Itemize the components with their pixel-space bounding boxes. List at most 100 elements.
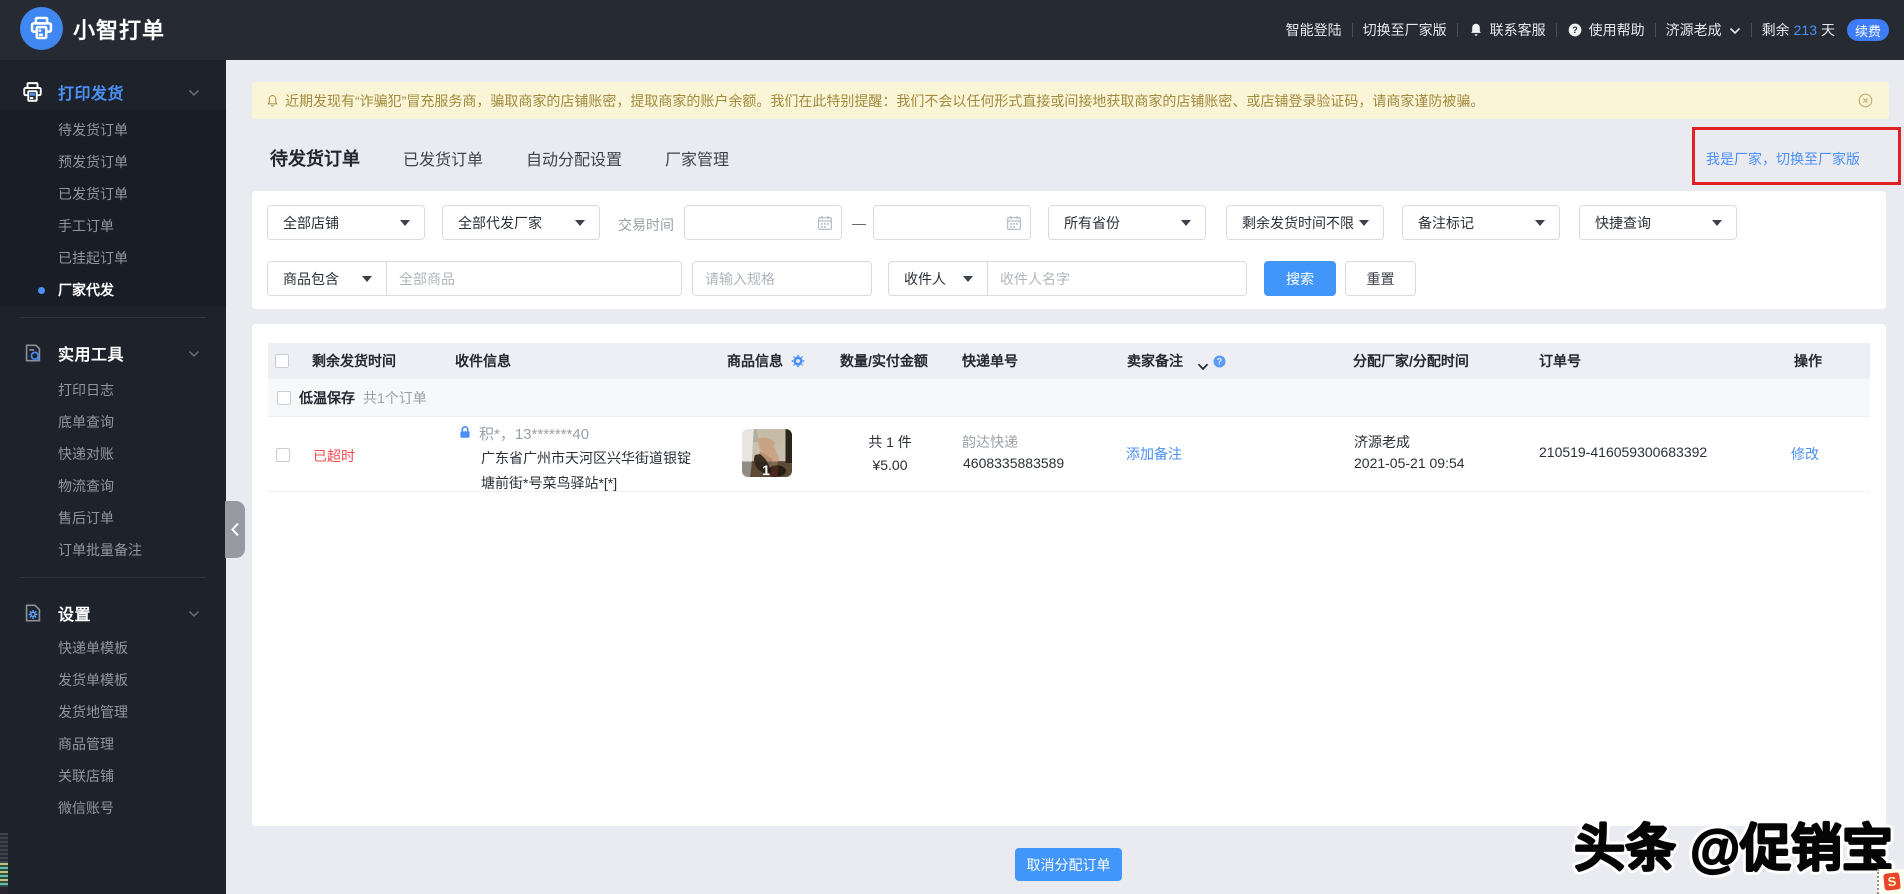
add-note-link[interactable]: 添加备注	[1126, 444, 1182, 464]
note-mark-select-value: 备注标记	[1418, 214, 1474, 231]
sidebar-collapse-handle[interactable]	[225, 501, 245, 558]
sidebar-item-aftersale-orders[interactable]: 售后订单	[0, 502, 226, 534]
sidebar-item-preship-orders[interactable]: 预发货订单	[0, 146, 226, 178]
note-mark-select[interactable]: 备注标记	[1402, 205, 1560, 240]
sidebar-item-manual-orders[interactable]: 手工订单	[0, 210, 226, 242]
table-header: 剩余发货时间 收件信息 商品信息 数量/实付金额 快递单号 卖家备注 ? 分配厂…	[268, 343, 1870, 379]
sidebar-item-linked-shops[interactable]: 关联店铺	[0, 760, 226, 792]
product-input[interactable]	[387, 261, 682, 296]
sidebar-item-print-log[interactable]: 打印日志	[0, 374, 226, 406]
spec-field[interactable]	[693, 270, 871, 287]
receiver-name-input[interactable]	[988, 261, 1247, 296]
sidebar-group-print-ship[interactable]: 打印发货	[0, 74, 226, 110]
nav-contact-service-label: 联系客服	[1489, 22, 1546, 38]
assign-time: 2021-05-21 09:54	[1354, 455, 1465, 471]
trade-time-end-input[interactable]	[873, 205, 1031, 240]
sidebar-group-label: 实用工具	[58, 347, 125, 364]
caret-down-icon	[400, 219, 410, 226]
sidebar-item-shipped-orders[interactable]: 已发货订单	[0, 178, 226, 210]
receiver-name-field[interactable]	[988, 270, 1246, 287]
sidebar-group-settings[interactable]: 设置	[0, 595, 226, 631]
sidebar-item-ship-address[interactable]: 发货地管理	[0, 696, 226, 728]
group-tag: 低温保存	[299, 390, 355, 406]
brand: 小智打单	[20, 7, 165, 50]
sidebar-item-receipt-query[interactable]: 底单查询	[0, 406, 226, 438]
sidebar-item-batch-note[interactable]: 订单批量备注	[0, 534, 226, 566]
nav-smart-login[interactable]: 智能登陆	[1286, 20, 1342, 40]
search-button[interactable]: 搜索	[1264, 261, 1336, 296]
sidebar-item-wechat-account[interactable]: 微信账号	[0, 792, 226, 824]
sidebar-item-ship-template[interactable]: 发货单模板	[0, 664, 226, 696]
tab-auto-assign-settings[interactable]: 自动分配设置	[526, 146, 622, 170]
product-field[interactable]	[387, 270, 681, 287]
column-settings-gear-icon[interactable]	[790, 353, 806, 372]
sidebar-submenu-settings: 快递单模板 发货单模板 发货地管理 商品管理 关联店铺 微信账号	[0, 632, 226, 824]
topnav: 智能登陆 切换至厂家版 联系客服 ? 使用帮助 济源老成 剩余 213 天 续费	[1286, 0, 1889, 60]
row-checkbox[interactable]	[276, 448, 290, 462]
tab-pending-orders[interactable]: 待发货订单	[270, 145, 360, 171]
svg-text:?: ?	[1217, 356, 1222, 366]
product-image[interactable]: 1	[742, 429, 792, 477]
nav-separator	[1555, 23, 1557, 37]
cancel-assign-button[interactable]: 取消分配订单	[1015, 848, 1122, 881]
receiver-select-value: 收件人	[904, 270, 946, 287]
tab-shipped-orders[interactable]: 已发货订单	[403, 146, 483, 170]
seller-note-help-icon[interactable]: ?	[1213, 355, 1226, 371]
help-icon: ?	[1567, 22, 1583, 38]
bell-icon	[1468, 22, 1484, 38]
courier-name: 韵达快递	[962, 434, 1018, 450]
sidebar-item-label: 厂家代发	[58, 282, 114, 298]
sidebar-item-pending-orders[interactable]: 待发货订单	[0, 114, 226, 146]
sidebar-item-express-template[interactable]: 快递单模板	[0, 632, 226, 664]
sidebar-divider	[20, 577, 206, 578]
user-name: 济源老成	[1665, 22, 1722, 38]
product-count-badge: 1	[762, 462, 770, 477]
user-menu[interactable]: 济源老成	[1666, 20, 1741, 40]
nav-contact-service[interactable]: 联系客服	[1468, 20, 1546, 40]
sidebar-group-tools[interactable]: 实用工具	[0, 335, 226, 371]
date-range-dash: —	[852, 215, 866, 231]
remain-status: 已超时	[313, 448, 355, 464]
watermark: 头条 @促销宝 头条 @促销宝	[1570, 816, 1897, 881]
modify-link[interactable]: 修改	[1791, 444, 1819, 464]
spec-input[interactable]	[692, 261, 872, 296]
sidebar-item-product-manage[interactable]: 商品管理	[0, 728, 226, 760]
calendar-icon	[817, 215, 833, 234]
chevron-down-icon	[188, 345, 200, 361]
nav-switch-vendor[interactable]: 切换至厂家版	[1363, 20, 1447, 40]
vendor-select[interactable]: 全部代发厂家	[442, 205, 600, 240]
group-checkbox[interactable]	[277, 391, 291, 405]
nav-help[interactable]: ? 使用帮助	[1567, 20, 1645, 40]
tab-vendor-manage[interactable]: 厂家管理	[665, 146, 729, 170]
chevron-left-icon	[231, 522, 239, 537]
shop-select[interactable]: 全部店铺	[267, 205, 425, 240]
sidebar-item-logistics-query[interactable]: 物流查询	[0, 470, 226, 502]
shop-select-value: 全部店铺	[283, 214, 339, 231]
renew-button[interactable]: 续费	[1846, 19, 1889, 41]
caret-down-icon	[362, 275, 372, 282]
filter-panel: 全部店铺 全部代发厂家 交易时间 — 所有省份 剩余发货时间不限 备注标记 快捷…	[252, 191, 1886, 309]
sidebar-item-held-orders[interactable]: 已挂起订单	[0, 242, 226, 274]
select-all-checkbox[interactable]	[275, 354, 289, 368]
sidebar-item-express-reconcile[interactable]: 快递对账	[0, 438, 226, 470]
product-contain-select[interactable]: 商品包含	[267, 261, 387, 296]
notice-close-icon[interactable]	[1858, 93, 1873, 108]
col-remain-time: 剩余发货时间	[312, 353, 396, 369]
remain-time-select[interactable]: 剩余发货时间不限	[1226, 205, 1384, 240]
svg-text:?: ?	[1572, 25, 1578, 35]
trade-time-start-input[interactable]	[684, 205, 842, 240]
sidebar-item-vendor-dropship[interactable]: 厂家代发	[0, 274, 226, 306]
product-contain-value: 商品包含	[283, 270, 339, 287]
caret-down-icon	[963, 275, 973, 282]
seller-note-chevron-icon[interactable]	[1197, 358, 1209, 374]
quick-query-select[interactable]: 快捷查询	[1579, 205, 1737, 240]
receiver-name-phone: 积*，13*******40	[479, 426, 590, 443]
tracking-number: 4608335883589	[963, 455, 1065, 471]
col-action: 操作	[1794, 353, 1822, 369]
tools-icon	[21, 342, 44, 364]
order-group-row: 低温保存 共1个订单	[268, 379, 1870, 417]
province-select[interactable]: 所有省份	[1048, 205, 1206, 240]
receiver-select[interactable]: 收件人	[888, 261, 988, 296]
reset-button[interactable]: 重置	[1345, 261, 1416, 296]
